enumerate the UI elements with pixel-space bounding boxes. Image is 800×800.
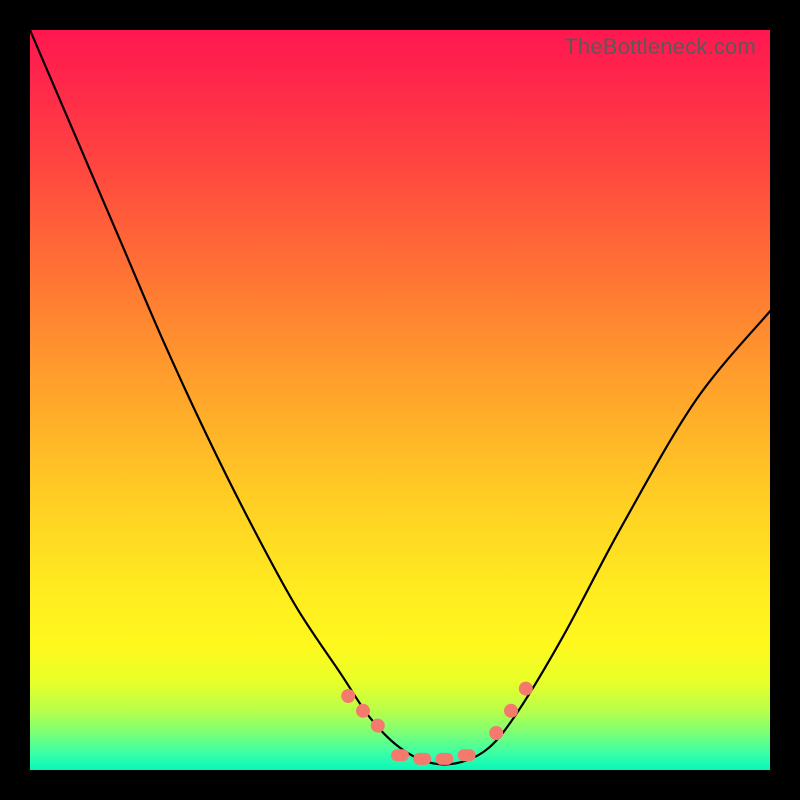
- bottleneck-curve: [30, 30, 770, 770]
- curve-markers: [341, 682, 533, 765]
- right-ascent-marker: [489, 726, 503, 740]
- right-ascent-marker: [504, 704, 518, 718]
- trough-marker: [458, 749, 476, 761]
- trough-marker: [435, 753, 453, 765]
- curve-path: [30, 30, 770, 764]
- chart-frame: TheBottleneck.com: [0, 0, 800, 800]
- left-descent-marker: [356, 704, 370, 718]
- left-descent-marker: [341, 689, 355, 703]
- trough-marker: [413, 753, 431, 765]
- left-descent-marker: [371, 719, 385, 733]
- trough-marker: [391, 749, 409, 761]
- right-ascent-marker: [519, 682, 533, 696]
- chart-plot-area: TheBottleneck.com: [30, 30, 770, 770]
